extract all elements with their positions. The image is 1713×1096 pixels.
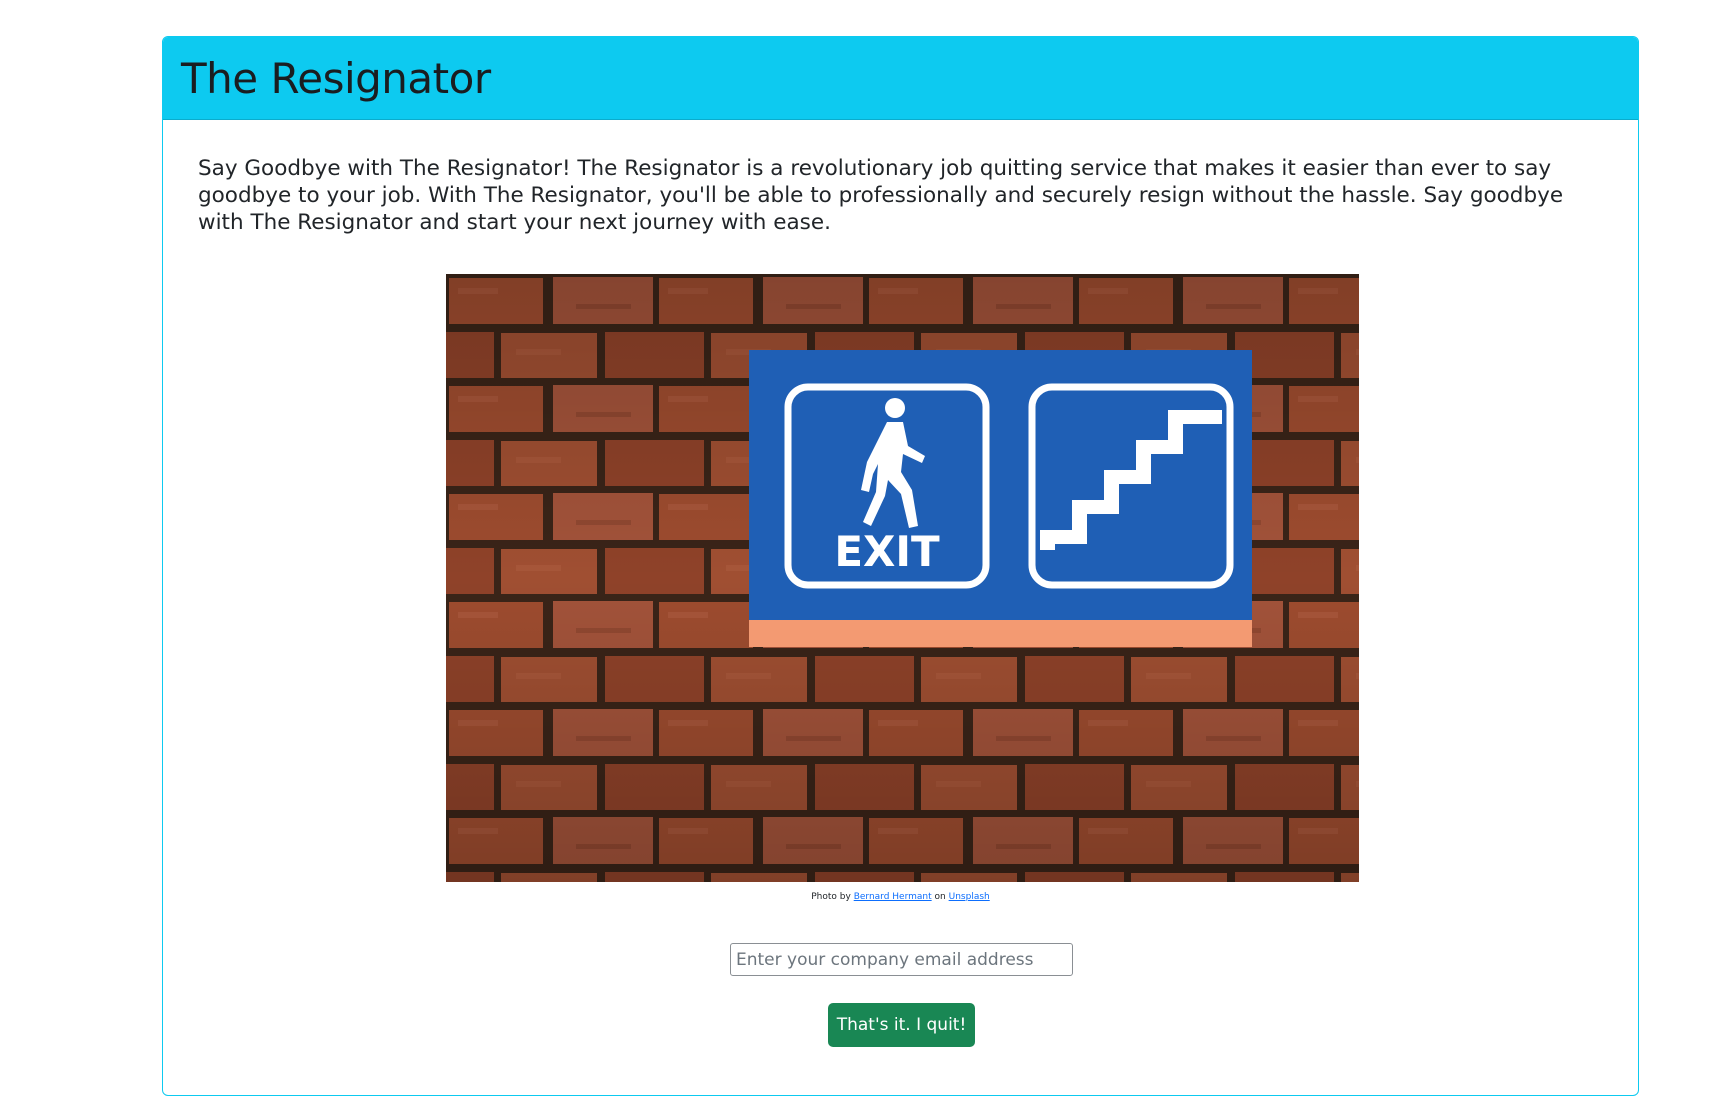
exit-sign-photo: EXIT: [446, 274, 1359, 882]
credit-site-link[interactable]: Unsplash: [949, 892, 990, 902]
credit-author-link[interactable]: Bernard Hermant: [854, 892, 932, 902]
company-email-input[interactable]: [730, 943, 1073, 976]
credit-middle: on: [934, 892, 946, 902]
intro-text: Say Goodbye with The Resignator! The Res…: [198, 156, 1564, 235]
credit-prefix: Photo by: [811, 892, 851, 902]
exit-sign-text: EXIT: [834, 527, 940, 576]
main-card: The Resignator Say Goodbye with The Resi…: [162, 36, 1639, 1096]
quit-button[interactable]: That's it. I quit!: [828, 1003, 975, 1047]
card-header: The Resignator: [163, 37, 1638, 120]
page-title: The Resignator: [181, 53, 491, 103]
exit-sign: EXIT: [749, 350, 1252, 647]
photo-credit: Photo by Bernard Hermant on Unsplash: [163, 892, 1638, 902]
